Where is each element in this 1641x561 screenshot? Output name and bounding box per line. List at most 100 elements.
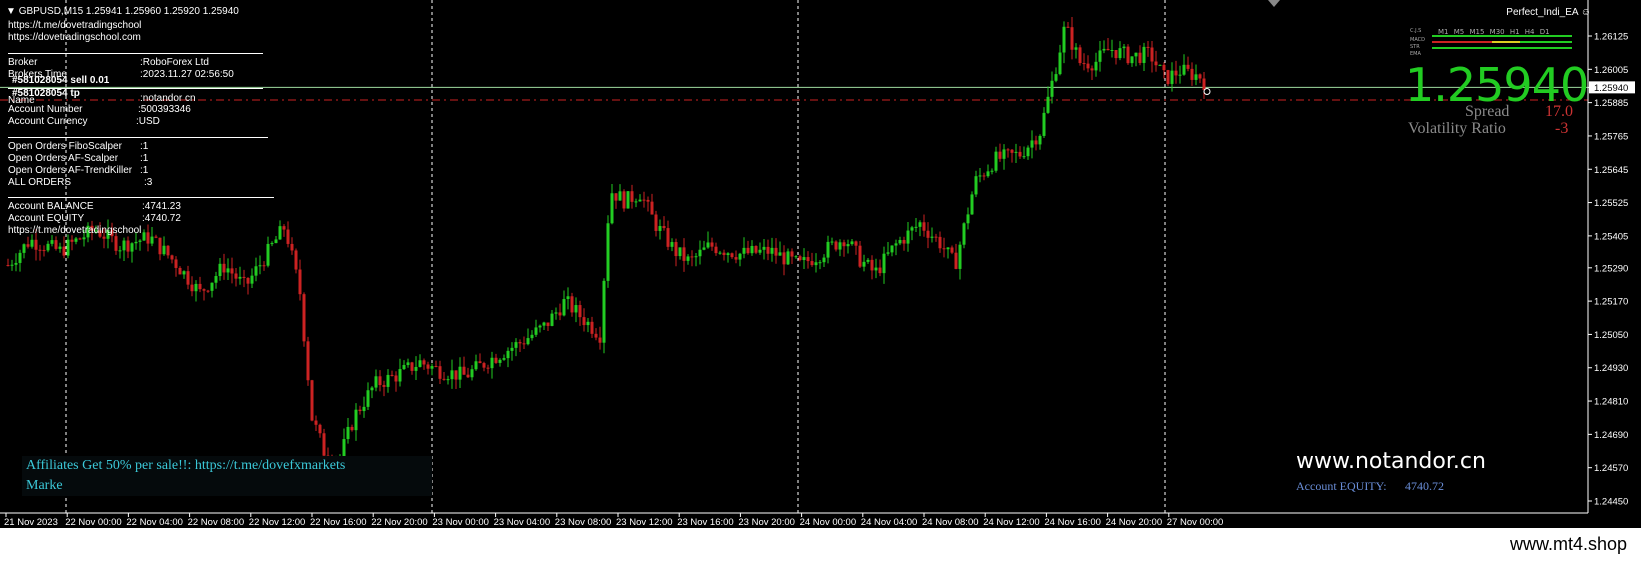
spread-value: 17.0 [1545,103,1573,120]
open-orders-value: :1 [140,165,149,176]
candle-body [770,247,774,254]
candle-body [254,266,258,276]
time-label: 22 Nov 16:00 [310,517,367,528]
broker-value: :RoboForex Ltd [140,57,209,68]
price-label: 1.25645 [1594,165,1628,176]
candle-body [870,259,874,271]
candle-body [42,250,46,252]
candle-body [406,362,410,366]
candle-body [738,253,742,260]
price-label: 1.24570 [1594,463,1628,474]
candle-body [502,358,506,360]
spread-label: Spread [1465,103,1510,120]
candle-body [218,263,222,277]
symbol-quote: GBPUSD,M15 1.25941 1.25960 1.25920 1.259… [18,6,239,17]
open-orders-value: :1 [140,141,149,152]
candle-body [514,342,518,348]
open-orders-label: Open Orders AF-TrendKiller [8,165,133,176]
candle-body [450,370,454,380]
candle-body [706,242,710,248]
candle-body [858,245,862,267]
candle-body [1074,47,1078,50]
candle-body [802,257,806,261]
balance-value: :4741.23 [142,201,181,212]
price-label: 1.24450 [1594,497,1628,508]
candle-body [898,239,902,244]
chart-menu-triangle-icon[interactable]: ▼ [6,6,16,17]
time-label: 23 Nov 08:00 [555,517,612,528]
candle-body [38,249,42,251]
candle-body [158,237,162,255]
candle-body [350,426,354,431]
candle-body [666,228,670,247]
candle-body [486,367,490,369]
candle-body [730,253,734,258]
open-orders-label: Open Orders FiboScalper [8,141,122,152]
candle-body [778,252,782,256]
price-label: 1.24810 [1594,397,1628,408]
time-label: 23 Nov 20:00 [738,517,795,528]
candle-body [62,246,66,256]
candle-body [922,222,926,231]
candle-body [826,241,830,258]
candle-body [534,327,538,335]
candle-body [638,199,642,202]
candle-body [602,280,606,343]
candle-body [242,276,246,278]
candle-body [582,317,586,326]
candle-body [630,191,634,202]
candle-body [174,259,178,268]
equity-value: :4740.72 [142,213,181,224]
candle-body [650,201,654,215]
order-sell-label[interactable]: #581028054 sell 0.01 [12,75,109,87]
candle-body [246,277,250,284]
candle-body [1094,61,1098,71]
candle-body [554,312,558,314]
candle-body [386,374,390,387]
candle-body [310,380,314,421]
position-marker-icon[interactable] [1203,88,1211,96]
candle-body [546,322,550,326]
candle-body [234,273,238,279]
candle-body [702,247,706,250]
price-label: 1.24930 [1594,363,1628,374]
candle-body [814,262,818,266]
candle-body [34,239,38,250]
price-label: 1.25290 [1594,263,1628,274]
candle-body [390,374,394,376]
candle-body [998,151,1002,159]
candle-body [150,236,154,244]
time-label: 23 Nov 04:00 [494,517,551,528]
price-label: 1.25170 [1594,297,1628,308]
chart-window[interactable]: 1.26125 1.26005 1.25940 1.25885 1.25765 1.256… [0,0,1641,528]
candle-body [366,390,370,407]
candle-body [1166,70,1170,84]
time-label: 27 Nov 00:00 [1167,517,1224,528]
candle-body [178,267,182,275]
row-label: MACD [1410,37,1425,43]
candle-body [990,170,994,172]
candle-body [446,379,450,381]
candle-body [830,241,834,243]
candle-body [646,199,650,202]
candle-body [66,239,70,256]
candle-body [522,343,526,345]
candle-body [642,199,646,201]
candle-body [954,252,958,269]
broker-time-value: :2023.11.27 02:56:50 [140,69,234,80]
bottom-equity-label: Account EQUITY: [1296,479,1387,493]
candle-body [1118,48,1122,59]
candle-body [754,245,758,253]
candle-body [382,385,386,387]
candle-body [918,222,922,227]
footer-watermark: www.mt4.shop [1509,534,1627,554]
candle-body [774,247,778,256]
trend-bar-row [1432,47,1572,49]
candle-body [894,243,898,246]
candle-body [610,193,614,224]
row-label: STR [1410,44,1420,50]
candle-body [714,246,718,254]
scroll-marker-icon[interactable] [1268,0,1280,7]
candle-body [682,247,686,261]
ea-name[interactable]: Perfect_Indi_EA ☺ [1506,7,1591,19]
